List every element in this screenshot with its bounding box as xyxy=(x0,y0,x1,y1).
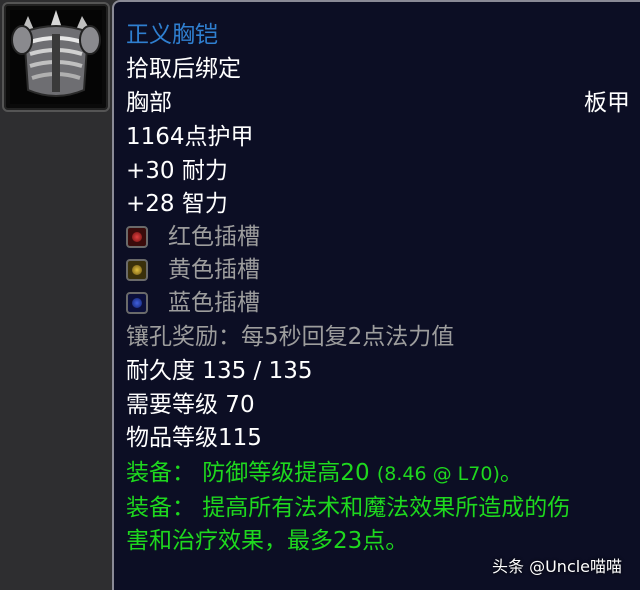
item-name: 正义胸铠 xyxy=(126,22,218,48)
socket-red: 红色插槽 xyxy=(126,222,260,252)
item-tooltip: 正义胸铠 拾取后绑定 胸部 板甲 1164点护甲 +30 耐力 +28 智力 红… xyxy=(112,0,640,590)
socket-blue: 蓝色插槽 xyxy=(126,288,260,318)
plate-chest-armor-icon xyxy=(10,10,102,104)
slot-text: 胸部 xyxy=(126,90,172,116)
blue-socket-icon xyxy=(126,292,148,314)
socket-yellow: 黄色插槽 xyxy=(126,255,260,285)
watermark: 头条 @Uncle喵喵 xyxy=(492,557,623,576)
socket-bonus: 镶孔奖励：每5秒回复2点法力值 xyxy=(126,324,455,350)
yellow-socket-icon xyxy=(126,259,148,281)
durability: 耐久度 135 / 135 xyxy=(126,358,313,384)
equip-effect-defense: 装备： 防御等级提高20 (8.46 @ L70)。 xyxy=(126,458,523,489)
socket-yellow-label: 黄色插槽 xyxy=(168,257,260,283)
socket-red-label: 红色插槽 xyxy=(168,224,260,250)
equip-defense-text: 装备： 防御等级提高20 xyxy=(126,460,370,486)
equip-defense-rating: (8.46 @ L70) xyxy=(376,463,500,485)
stat-stamina: +30 耐力 xyxy=(126,158,228,184)
armor-value: 1164点护甲 xyxy=(126,124,254,150)
red-socket-icon xyxy=(126,226,148,248)
equip-effect-spell-line2: 害和治疗效果，最多23点。 xyxy=(126,528,409,554)
item-level: 物品等级115 xyxy=(126,425,262,451)
armor-type-text: 板甲 xyxy=(584,90,630,116)
required-level: 需要等级 70 xyxy=(126,392,255,418)
bind-text: 拾取后绑定 xyxy=(126,56,241,82)
socket-blue-label: 蓝色插槽 xyxy=(168,290,260,316)
stat-intellect: +28 智力 xyxy=(126,191,228,217)
item-icon-frame[interactable] xyxy=(2,2,110,112)
equip-defense-end: 。 xyxy=(499,460,523,486)
equip-effect-spell-line1: 装备： 提高所有法术和魔法效果所造成的伤 xyxy=(126,495,571,521)
